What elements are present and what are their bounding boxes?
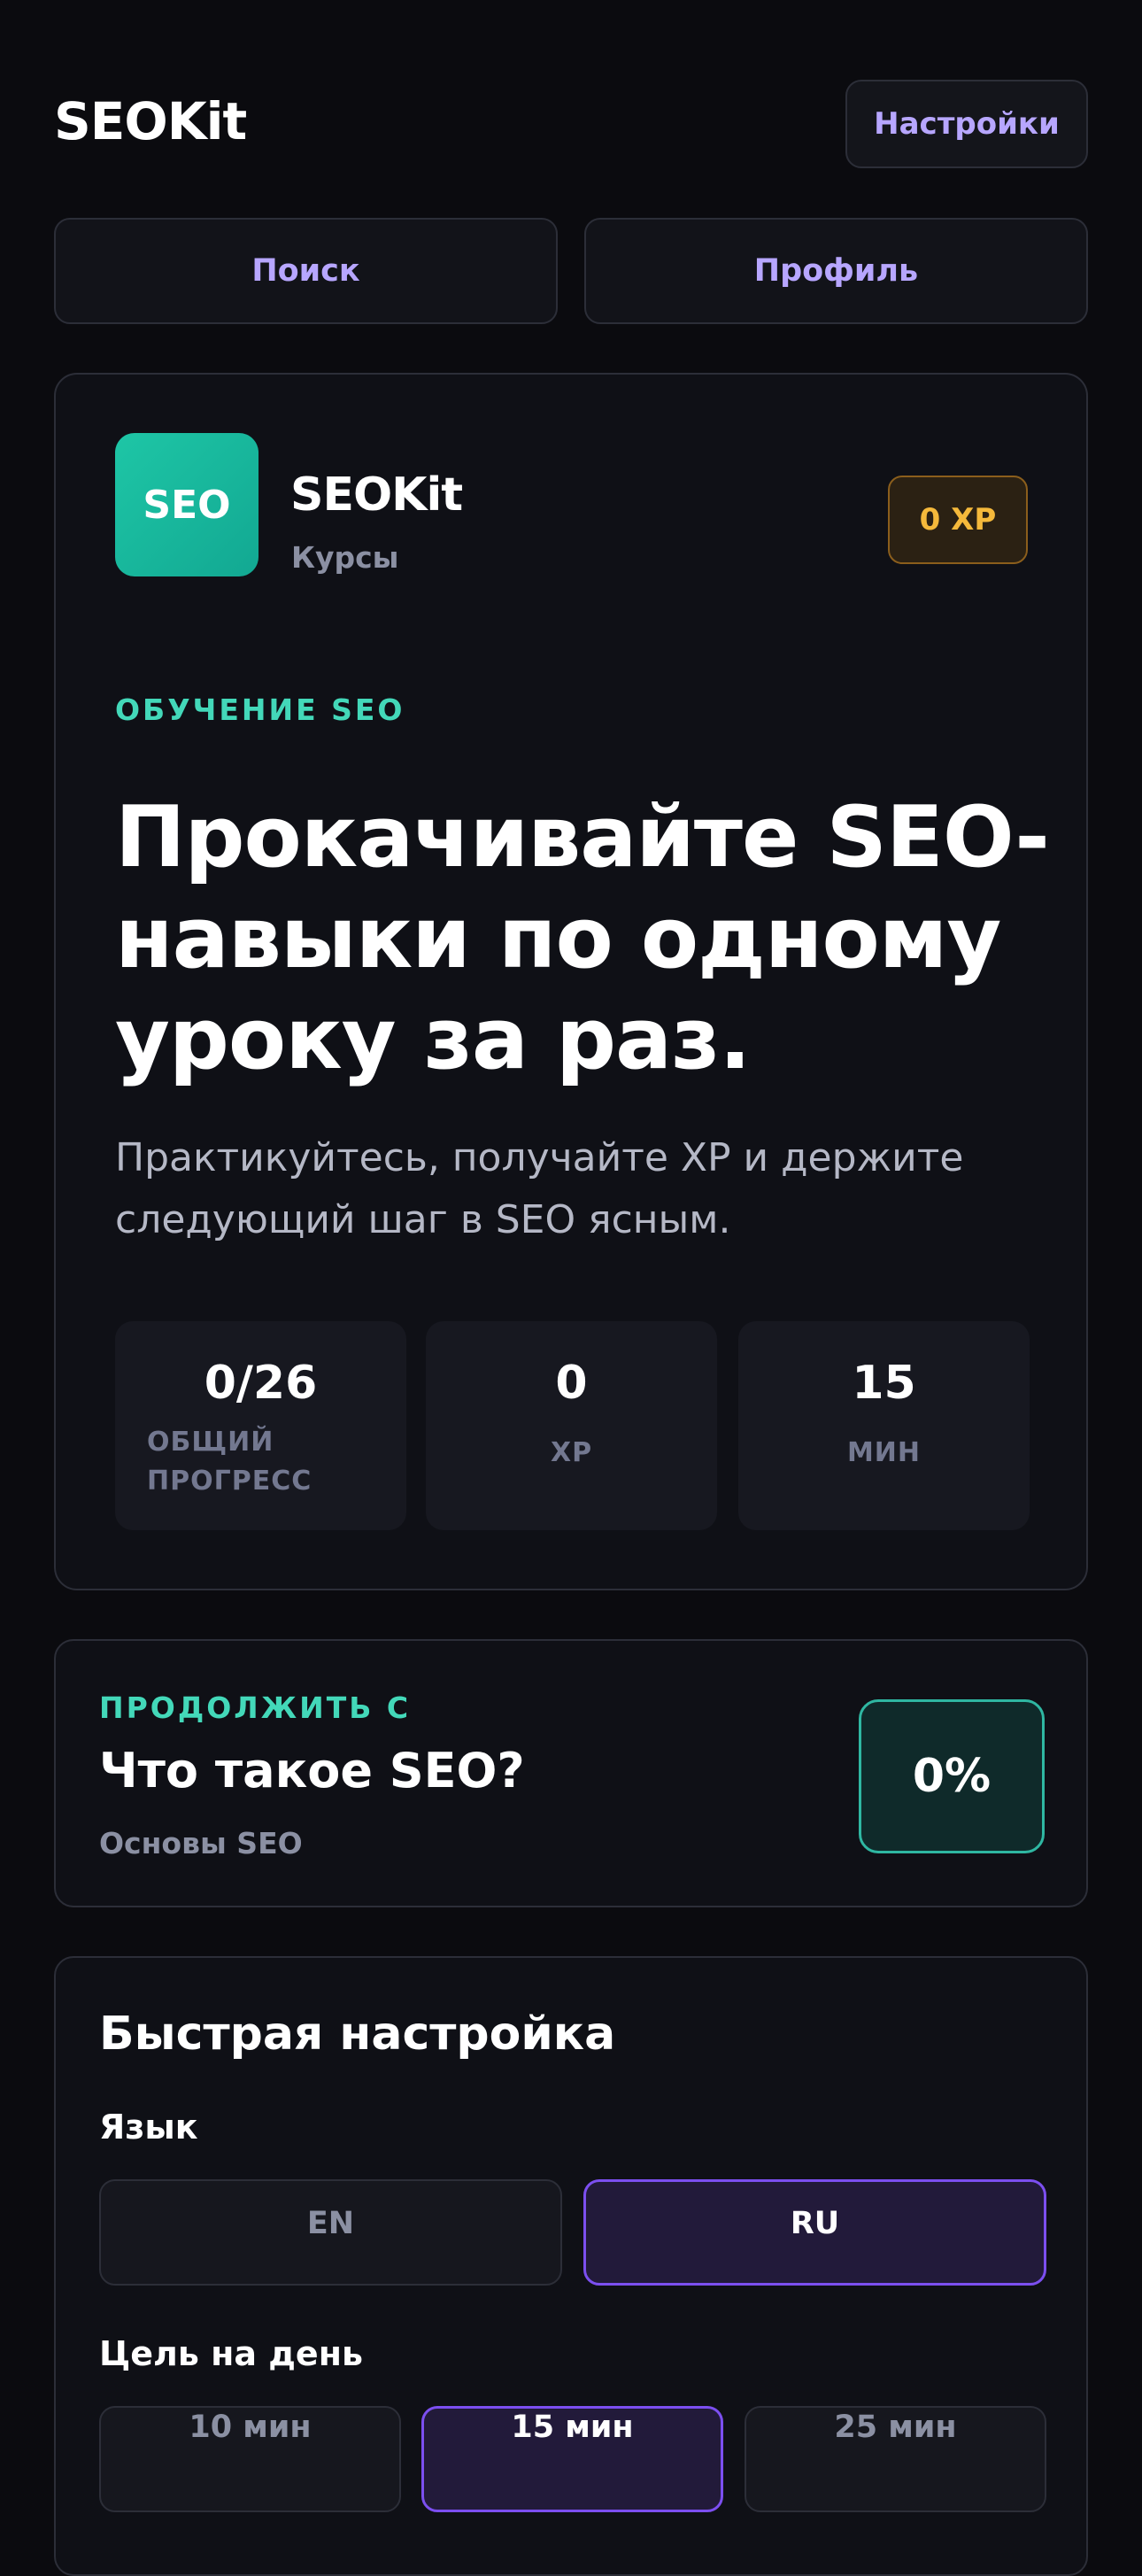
daily-goal-label: Цель на день <box>99 2334 363 2373</box>
profile-button[interactable]: Профиль <box>584 218 1088 324</box>
xp-badge: 0 XP <box>888 476 1028 564</box>
hero-card: SEO SEOKit Курсы 0 XP ОБУЧЕНИЕ SEO Прока… <box>54 373 1088 1590</box>
goal-option-15[interactable]: 15 мин <box>421 2406 723 2512</box>
language-option-ru[interactable]: RU <box>583 2179 1046 2286</box>
stat-value: 15 <box>852 1357 916 1410</box>
hero-eyebrow: ОБУЧЕНИЕ SEO <box>115 692 405 727</box>
lesson-course: Основы SEO <box>99 1826 303 1860</box>
option-label: 15 мин <box>511 2410 634 2445</box>
app-title: SEOKit <box>54 91 247 151</box>
language-option-en[interactable]: EN <box>99 2179 562 2286</box>
continue-lesson-card[interactable]: ПРОДОЛЖИТЬ С Что такое SEO? Основы SEO 0… <box>54 1639 1088 1907</box>
option-label: 25 мин <box>834 2410 957 2445</box>
option-label: RU <box>790 2206 840 2241</box>
language-label: Язык <box>99 2108 198 2147</box>
lesson-title: Что такое SEO? <box>99 1743 525 1799</box>
option-label: EN <box>306 2206 355 2241</box>
lesson-progress-badge: 0% <box>859 1699 1045 1853</box>
logo-text: SEO <box>143 482 231 528</box>
hero-subtext: Практикуйтесь, получайте XP и держите сл… <box>115 1135 964 1242</box>
stat-label: XP <box>550 1437 593 1468</box>
quick-setup-card: Быстрая настройка Язык EN RU Цель на ден… <box>54 1956 1088 2576</box>
settings-button[interactable]: Настройки <box>845 80 1088 168</box>
stat-value: 0 <box>555 1357 588 1410</box>
continue-eyebrow: ПРОДОЛЖИТЬ С <box>99 1690 412 1725</box>
stat-minutes: 15 МИН <box>738 1321 1030 1530</box>
stat-total-progress: 0/26 ОБЩИЙ ПРОГРЕСС <box>115 1321 406 1530</box>
seo-logo: SEO <box>115 433 258 576</box>
hero-headline: Прокачивайте SEO-навыки по одному уроку … <box>115 789 1050 1088</box>
goal-option-10[interactable]: 10 мин <box>99 2406 401 2512</box>
setup-title: Быстрая настройка <box>99 2007 616 2061</box>
stat-xp: 0 XP <box>426 1321 717 1530</box>
stat-value: 0/26 <box>204 1357 318 1410</box>
option-label: 10 мин <box>189 2410 312 2445</box>
search-button[interactable]: Поиск <box>54 218 558 324</box>
goal-option-25[interactable]: 25 мин <box>745 2406 1046 2512</box>
brand-name: SEOKit <box>290 468 463 522</box>
stat-label: МИН <box>846 1437 922 1468</box>
brand-subtitle: Курсы <box>291 540 399 575</box>
stat-label: ОБЩИЙ ПРОГРЕСС <box>147 1427 313 1497</box>
